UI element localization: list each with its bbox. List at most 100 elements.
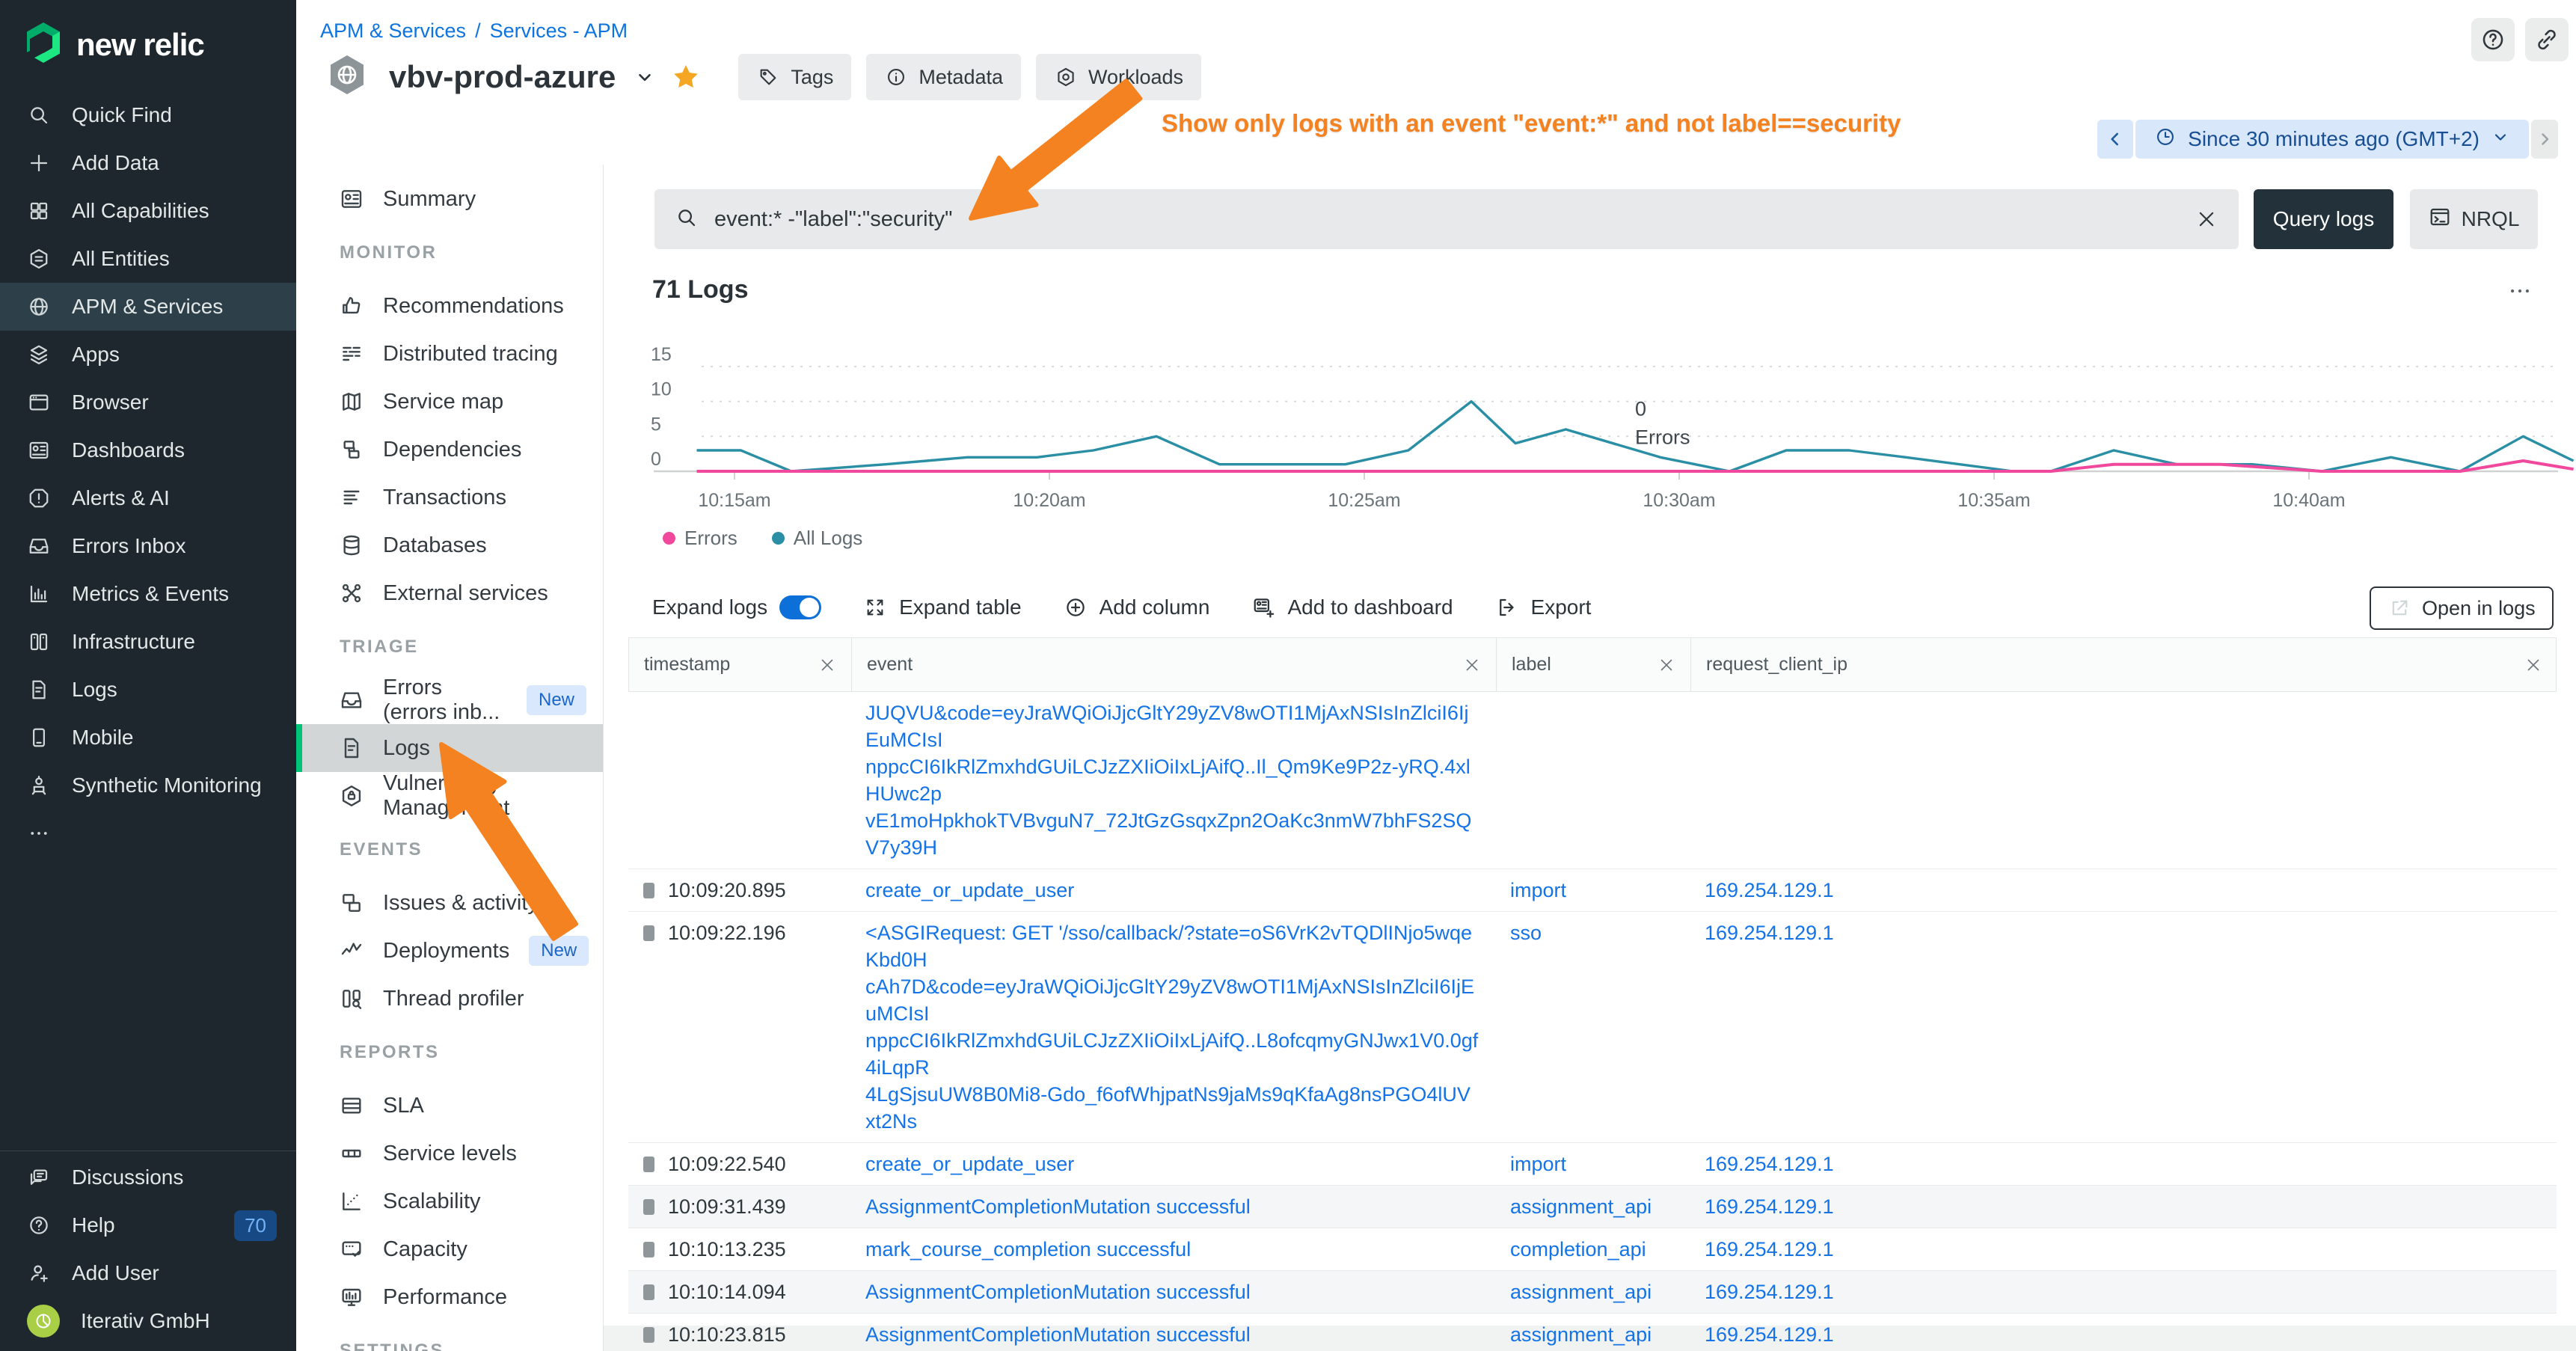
subnav-item-service-levels[interactable]: Service levels bbox=[296, 1130, 603, 1177]
remove-column-icon[interactable] bbox=[818, 656, 836, 674]
subnav-item-summary[interactable]: Summary bbox=[296, 175, 603, 223]
cell-event-link[interactable]: create_or_update_user bbox=[850, 869, 1495, 911]
nrql-button[interactable]: NRQL bbox=[2410, 189, 2538, 249]
subnav-item-issues-activity[interactable]: Issues & activity bbox=[296, 879, 603, 927]
sidebar-item-add-data[interactable]: Add Data bbox=[0, 139, 296, 187]
table-row[interactable]: 10:09:20.895create_or_update_userimport1… bbox=[628, 869, 2557, 912]
table-row[interactable]: 10:09:22.540create_or_update_userimport1… bbox=[628, 1143, 2557, 1186]
expand-table-button[interactable]: Expand table bbox=[863, 595, 1021, 619]
subnav-item-vulnerability-management[interactable]: Vulnerability Management bbox=[296, 772, 603, 820]
sidebar-item-synthetic-monitoring[interactable]: Synthetic Monitoring bbox=[0, 762, 296, 809]
cell-label-link[interactable]: assignment_api bbox=[1495, 1271, 1690, 1313]
remove-column-icon[interactable] bbox=[2524, 656, 2542, 674]
cell-request-client-ip-link[interactable]: 169.254.129.1 bbox=[1690, 1314, 2557, 1351]
subnav-item-service-map[interactable]: Service map bbox=[296, 378, 603, 426]
cell-request-client-ip-link[interactable]: 169.254.129.1 bbox=[1690, 1186, 2557, 1228]
cell-label-link[interactable]: import bbox=[1495, 1143, 1690, 1185]
sidebar-item-help[interactable]: Help70 bbox=[0, 1201, 296, 1249]
query-logs-button[interactable]: Query logs bbox=[2254, 189, 2393, 249]
cell-event-link[interactable]: <ASGIRequest: GET '/sso/callback/?state=… bbox=[850, 912, 1495, 1142]
time-back-button[interactable] bbox=[2097, 120, 2133, 159]
subnav-item-external-services[interactable]: External services bbox=[296, 569, 603, 617]
remove-column-icon[interactable] bbox=[1463, 656, 1481, 674]
row-handle[interactable] bbox=[643, 1199, 654, 1215]
permalink-icon[interactable] bbox=[2525, 18, 2569, 61]
legend-errors[interactable]: Errors bbox=[663, 527, 737, 550]
cell-event-link[interactable]: mark_course_completion successful bbox=[850, 1228, 1495, 1270]
subnav-item-transactions[interactable]: Transactions bbox=[296, 474, 603, 521]
sidebar-item-quick-find[interactable]: Quick Find bbox=[0, 91, 296, 139]
favorite-star-icon[interactable] bbox=[671, 62, 701, 92]
table-row[interactable]: 10:10:14.094AssignmentCompletionMutation… bbox=[628, 1271, 2557, 1314]
tags-button[interactable]: Tags bbox=[738, 54, 851, 100]
sidebar-item-browser[interactable]: Browser bbox=[0, 379, 296, 426]
column-header-label[interactable]: label bbox=[1496, 638, 1690, 691]
cell-label-link[interactable]: assignment_api bbox=[1495, 1314, 1690, 1351]
row-handle[interactable] bbox=[643, 883, 654, 898]
metadata-button[interactable]: Metadata bbox=[866, 54, 1021, 100]
add-to-dashboard-button[interactable]: Add to dashboard bbox=[1251, 595, 1453, 619]
subnav-item-dependencies[interactable]: Dependencies bbox=[296, 426, 603, 474]
subnav-item-databases[interactable]: Databases bbox=[296, 521, 603, 569]
time-range-button[interactable]: Since 30 minutes ago (GMT+2) bbox=[2135, 120, 2529, 159]
table-row[interactable]: 10:09:22.196<ASGIRequest: GET '/sso/call… bbox=[628, 912, 2557, 1143]
row-handle[interactable] bbox=[643, 925, 654, 941]
expand-logs-toggle[interactable] bbox=[779, 595, 821, 619]
subnav-item-sla[interactable]: SLA bbox=[296, 1082, 603, 1130]
row-handle[interactable] bbox=[643, 1284, 654, 1300]
newrelic-logo[interactable]: new relic bbox=[22, 19, 204, 70]
cell-event-link[interactable]: create_or_update_user bbox=[850, 1143, 1495, 1185]
column-header-request_client_ip[interactable]: request_client_ip bbox=[1690, 638, 2557, 691]
sidebar-item-metrics-events[interactable]: Metrics & Events bbox=[0, 570, 296, 618]
chart-menu-ellipsis-icon[interactable] bbox=[2507, 278, 2533, 307]
sidebar-item-all-entities[interactable]: All Entities bbox=[0, 235, 296, 283]
sidebar-item-errors-inbox[interactable]: Errors Inbox bbox=[0, 522, 296, 570]
sidebar-item-apm-services[interactable]: APM & Services bbox=[0, 283, 296, 331]
workloads-button[interactable]: Workloads bbox=[1036, 54, 1201, 100]
open-in-logs-button[interactable]: Open in logs bbox=[2370, 586, 2554, 630]
subnav-item-recommendations[interactable]: Recommendations bbox=[296, 282, 603, 330]
entity-chevron-down-icon[interactable] bbox=[635, 67, 654, 87]
cell-event-link[interactable]: AssignmentCompletionMutation successful bbox=[850, 1271, 1495, 1313]
subnav-item-deployments[interactable]: DeploymentsNew bbox=[296, 927, 603, 975]
help-circle-icon[interactable] bbox=[2471, 18, 2515, 61]
legend-all-logs[interactable]: All Logs bbox=[772, 527, 863, 550]
subnav-item-capacity[interactable]: Capacity bbox=[296, 1225, 603, 1273]
table-row[interactable]: 10:09:31.439AssignmentCompletionMutation… bbox=[628, 1186, 2557, 1228]
subnav-item-performance[interactable]: Performance bbox=[296, 1273, 603, 1321]
breadcrumb-services-apm[interactable]: Services - APM bbox=[490, 19, 628, 43]
cell-event-link[interactable]: AssignmentCompletionMutation successful bbox=[850, 1186, 1495, 1228]
cell-label-link[interactable]: assignment_api bbox=[1495, 1186, 1690, 1228]
row-handle[interactable] bbox=[643, 1327, 654, 1343]
subnav-item-thread-profiler[interactable]: Thread profiler bbox=[296, 975, 603, 1023]
cell-label-link[interactable]: import bbox=[1495, 869, 1690, 911]
cell-request-client-ip-link[interactable]: 169.254.129.1 bbox=[1690, 1228, 2557, 1270]
cell-request-client-ip-link[interactable]: 169.254.129.1 bbox=[1690, 912, 2557, 1142]
sidebar-item-apps[interactable]: Apps bbox=[0, 331, 296, 379]
table-row[interactable]: 10:10:13.235mark_course_completion succe… bbox=[628, 1228, 2557, 1271]
subnav-item-errors-errors-inb[interactable]: Errors (errors inb...New bbox=[296, 676, 603, 724]
sidebar-item-alerts-ai[interactable]: Alerts & AI bbox=[0, 474, 296, 522]
row-handle[interactable] bbox=[643, 1242, 654, 1257]
cell-request-client-ip-link[interactable]: 169.254.129.1 bbox=[1690, 1143, 2557, 1185]
column-header-timestamp[interactable]: timestamp bbox=[629, 638, 851, 691]
remove-column-icon[interactable] bbox=[1657, 656, 1675, 674]
clear-query-icon[interactable] bbox=[2195, 208, 2218, 230]
table-row[interactable]: 10:10:23.815AssignmentCompletionMutation… bbox=[628, 1314, 2557, 1351]
cell-label-link[interactable]: completion_api bbox=[1495, 1228, 1690, 1270]
add-column-button[interactable]: Add column bbox=[1064, 595, 1210, 619]
row-handle[interactable] bbox=[643, 1157, 654, 1172]
export-button[interactable]: Export bbox=[1495, 595, 1592, 619]
cell-event-link[interactable]: JUQVU&code=eyJraWQiOiJjcGltY29yZV8wOTI1M… bbox=[850, 692, 1495, 868]
subnav-item-logs[interactable]: Logs bbox=[296, 724, 603, 772]
cell-event-link[interactable]: AssignmentCompletionMutation successful bbox=[850, 1314, 1495, 1351]
table-row[interactable]: JUQVU&code=eyJraWQiOiJjcGltY29yZV8wOTI1M… bbox=[628, 692, 2557, 869]
subnav-item-distributed-tracing[interactable]: Distributed tracing bbox=[296, 330, 603, 378]
cell-label-link[interactable]: sso bbox=[1495, 912, 1690, 1142]
sidebar-item-more[interactable] bbox=[0, 809, 296, 857]
sidebar-item-all-capabilities[interactable]: All Capabilities bbox=[0, 187, 296, 235]
subnav-item-scalability[interactable]: Scalability bbox=[296, 1177, 603, 1225]
sidebar-item-dashboards[interactable]: Dashboards bbox=[0, 426, 296, 474]
sidebar-item-mobile[interactable]: Mobile bbox=[0, 714, 296, 762]
sidebar-item-iterativ-gmbh[interactable]: Iterativ GmbH bbox=[0, 1297, 296, 1345]
